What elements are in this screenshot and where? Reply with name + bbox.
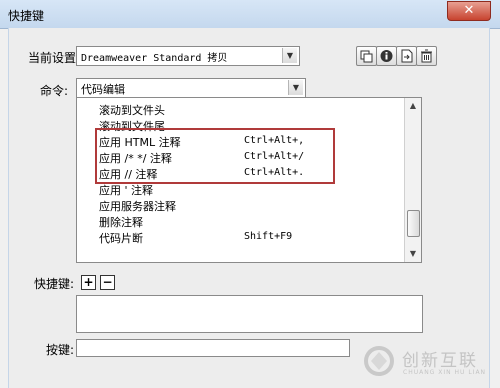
delete-set-button[interactable] [416,46,437,66]
delete-icon [421,49,432,63]
chevron-down-icon: ▼ [288,80,303,95]
minus-icon: − [102,275,113,289]
command-value: 代码编辑 [81,83,125,96]
watermark-logo: 创新互联 CHUANG XIN HU LIAN [362,340,492,384]
press-key-label: 按键: [46,343,75,357]
info-icon [380,50,393,62]
scroll-thumb[interactable] [407,210,420,237]
current-setting-label: 当前设置: [28,51,81,65]
duplicate-set-icon [360,50,373,63]
brand-logo-icon [364,346,394,376]
scroll-up-icon[interactable]: ▲ [405,98,421,114]
chevron-down-icon: ▼ [282,48,297,63]
watermark-brand: 创新互联 [402,351,478,371]
rename-set-button[interactable] [376,46,397,66]
duplicate-set-button[interactable] [356,46,377,66]
command-label: 命令: [40,84,69,98]
window-title: 快捷键 [8,9,45,23]
remove-shortcut-button[interactable]: − [100,275,115,290]
shortcut-label: 快捷键: [34,277,75,291]
title-bar: 快捷键 ✕ [0,0,500,29]
close-button[interactable]: ✕ [447,1,491,21]
current-setting-value: Dreamweaver Standard 拷贝 [81,53,228,64]
scroll-down-icon[interactable]: ▼ [405,246,421,262]
press-key-input[interactable] [76,339,350,357]
shortcut-list-box[interactable] [76,295,423,333]
plus-icon: + [83,275,94,289]
export-set-button[interactable] [396,46,417,66]
close-icon: ✕ [463,3,475,18]
annotation-highlight-box [95,128,335,184]
add-shortcut-button[interactable]: + [81,275,96,290]
command-select[interactable]: 代码编辑 ▼ [76,78,306,98]
list-scrollbar[interactable]: ▲ ▼ [404,98,421,262]
commands-list[interactable]: 滚动到文件头 滚动到文件尾 应用 HTML 注释 Ctrl+Alt+, 应用 /… [76,97,422,263]
export-icon [401,49,413,63]
watermark-sub: CHUANG XIN HU LIAN [403,369,487,376]
current-setting-select[interactable]: Dreamweaver Standard 拷贝 ▼ [76,46,300,66]
